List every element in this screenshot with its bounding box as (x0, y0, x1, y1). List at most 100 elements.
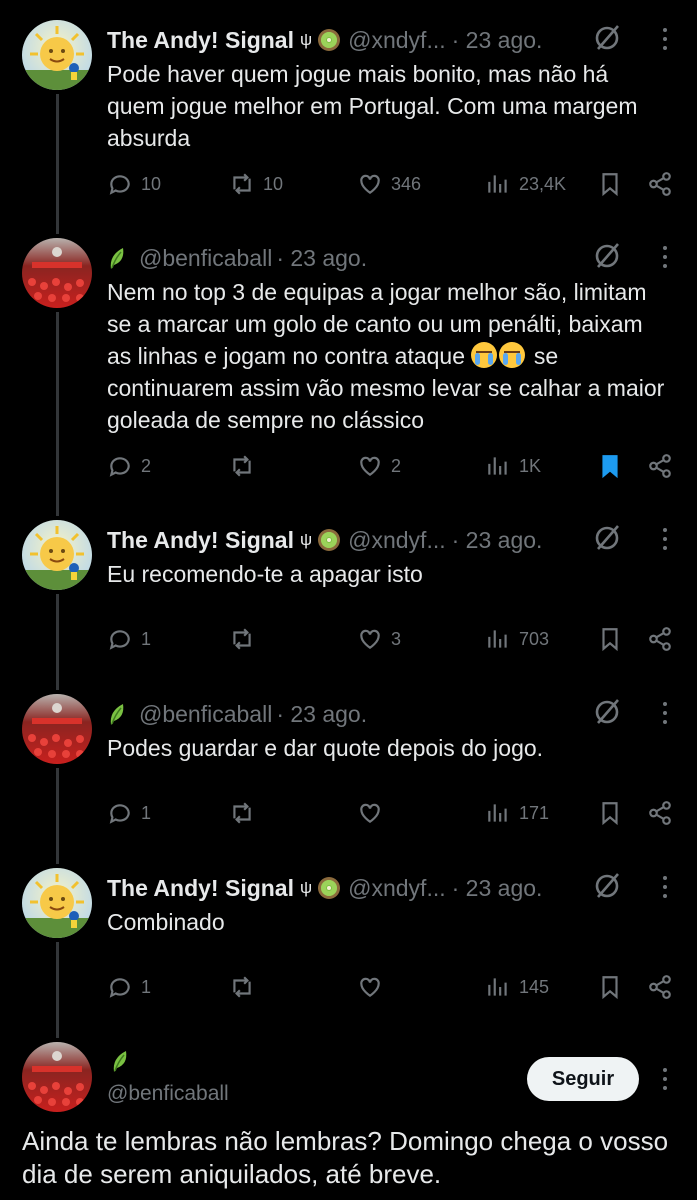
more-options-icon[interactable] (663, 246, 669, 268)
timestamp[interactable]: · 23 ago. (452, 527, 543, 554)
leaf-icon (110, 248, 124, 269)
follow-button[interactable]: Seguir (527, 1057, 639, 1101)
tweet-text: Eu recomendo-te a apagar isto (107, 561, 423, 587)
retweet-button[interactable] (229, 796, 263, 830)
views-button[interactable]: 703 (485, 622, 549, 656)
retweet-icon (233, 802, 251, 824)
leaf-icon (113, 1051, 127, 1072)
tweet-text: Podes guardar e dar quote depois do jogo… (107, 735, 544, 761)
action-bar: 1 145 (107, 970, 673, 1004)
reply-count: 1 (141, 802, 152, 823)
handle[interactable]: @benficaball (139, 245, 272, 272)
share-button[interactable] (647, 167, 673, 201)
reply-count: 10 (141, 173, 162, 194)
more-options-icon[interactable] (663, 528, 669, 550)
retweet-button[interactable] (229, 970, 263, 1004)
reply-button[interactable]: 10 (107, 167, 161, 201)
crying-face-emoji (499, 342, 526, 368)
bookmark-button[interactable] (597, 796, 623, 830)
display-name[interactable]: The Andy! Signal (107, 875, 294, 902)
bookmark-button[interactable] (597, 622, 623, 656)
views-button[interactable]: 145 (485, 970, 549, 1004)
more-options-icon[interactable] (663, 1068, 669, 1090)
reply-icon (109, 804, 130, 824)
share-icon (649, 801, 671, 825)
views-icon (488, 457, 507, 475)
sun-avatar[interactable] (22, 520, 92, 590)
display-name[interactable]: The Andy! Signal (107, 527, 294, 554)
crowd-avatar[interactable] (22, 238, 92, 308)
handle[interactable]: @benficaball (139, 701, 272, 728)
share-button[interactable] (647, 796, 673, 830)
badge-icon: ψ (300, 530, 313, 549)
bookmark-button[interactable] (597, 449, 623, 483)
thread-line (56, 942, 59, 1038)
reply-button[interactable]: 1 (107, 796, 151, 830)
action-bar: 1 3 703 (107, 622, 673, 656)
share-button[interactable] (647, 622, 673, 656)
badge-icon: ψ (300, 30, 313, 49)
timestamp[interactable]: · 23 ago. (452, 875, 543, 902)
kiwi-icon (318, 29, 341, 51)
handle[interactable]: @xndyf... (348, 527, 446, 554)
grok-icon[interactable] (591, 22, 623, 54)
views-button[interactable]: 171 (485, 796, 549, 830)
heart-icon (360, 456, 380, 476)
reply-button[interactable]: 1 (107, 970, 151, 1004)
grok-icon[interactable] (591, 240, 623, 272)
tweet-text-main: Nem no top 3 de equipas a jogar melhor s… (107, 279, 647, 369)
crowd-avatar[interactable] (22, 694, 92, 764)
reply-button[interactable]: 2 (107, 449, 151, 483)
retweet-icon (233, 173, 251, 195)
like-button[interactable]: 346 (357, 167, 421, 201)
retweet-button[interactable] (229, 449, 263, 483)
retweet-button[interactable]: 10 (229, 167, 283, 201)
bookmark-icon (602, 173, 618, 197)
more-options-icon[interactable] (663, 876, 669, 898)
handle[interactable]: @xndyf... (348, 27, 446, 54)
reply-button[interactable]: 1 (107, 622, 151, 656)
reply-icon (109, 457, 130, 477)
retweet-icon (233, 628, 251, 650)
badge-icon: ψ (300, 878, 313, 897)
thread-line (56, 768, 59, 864)
views-button[interactable]: 1K (485, 449, 541, 483)
leaf-icon (110, 704, 124, 725)
more-options-icon[interactable] (663, 702, 669, 724)
handle[interactable]: @benficaball (107, 1082, 229, 1106)
grok-icon[interactable] (591, 522, 623, 554)
sun-avatar[interactable] (22, 20, 92, 90)
display-name[interactable]: The Andy! Signal (107, 27, 294, 54)
share-icon (649, 627, 671, 651)
grok-icon[interactable] (591, 696, 623, 728)
bookmark-icon (602, 455, 618, 479)
like-button[interactable]: 3 (357, 622, 401, 656)
heart-icon (360, 977, 380, 997)
sun-avatar[interactable] (22, 868, 92, 938)
timestamp[interactable]: · 23 ago. (452, 27, 543, 54)
share-button[interactable] (647, 449, 673, 483)
timestamp[interactable]: · 23 ago. (276, 245, 367, 272)
reply-icon (109, 978, 130, 998)
like-button[interactable] (357, 970, 391, 1004)
views-icon (488, 175, 507, 193)
crowd-avatar[interactable] (22, 1042, 92, 1112)
action-bar: 1 171 (107, 796, 673, 830)
like-button[interactable] (357, 796, 391, 830)
timestamp[interactable]: · 23 ago. (276, 701, 367, 728)
share-button[interactable] (647, 970, 673, 1004)
retweet-button[interactable] (229, 622, 263, 656)
handle[interactable]: @xndyf... (348, 875, 446, 902)
views-icon (488, 630, 507, 648)
view-count: 1K (519, 455, 542, 476)
reply-icon (109, 175, 130, 195)
heart-icon (360, 174, 380, 194)
like-button[interactable]: 2 (357, 449, 401, 483)
share-icon (649, 454, 671, 478)
bookmark-button[interactable] (597, 167, 623, 201)
bookmark-button[interactable] (597, 970, 623, 1004)
more-options-icon[interactable] (663, 28, 669, 50)
view-count: 23,4K (519, 173, 567, 194)
views-button[interactable]: 23,4K (485, 167, 566, 201)
grok-icon[interactable] (591, 870, 623, 902)
